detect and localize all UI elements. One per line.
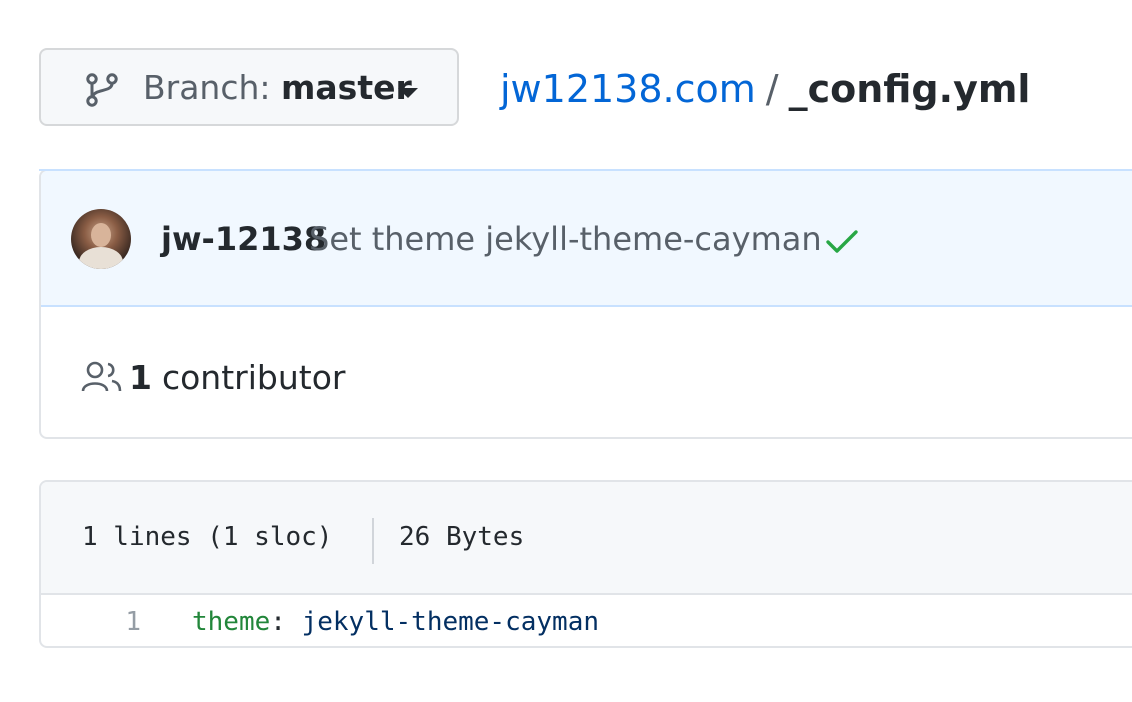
line-number[interactable]: 1 [41,605,141,639]
check-icon[interactable] [825,227,859,257]
contributors-summary[interactable]: 1 contributor [81,357,345,397]
git-branch-icon [86,73,118,107]
code-line-row: 1 theme: jekyll-theme-cayman [41,595,1132,646]
avatar-face [91,223,111,247]
latest-commit-box: jw-12138 Set theme jekyll-theme-cayman 1… [39,169,1132,439]
breadcrumb: jw12138.com / _config.yml [500,66,1030,112]
yaml-value: jekyll-theme-cayman [301,607,600,637]
file-header: 1 lines (1 sloc) 26 Bytes [41,482,1132,595]
avatar-body [79,247,123,269]
file-view-page: Branch: master jw12138.com / _config.yml j… [0,0,1132,702]
yaml-key: theme [192,607,271,637]
people-icon [81,361,122,392]
yaml-separator: : [270,607,302,637]
avatar[interactable] [71,209,131,269]
branch-label: Branch: master [143,69,412,107]
branch-prefix: Branch: [143,68,271,107]
breadcrumb-repo-link[interactable]: jw12138.com [500,67,756,111]
contributor-label: contributor [161,357,346,397]
branch-select-button[interactable]: Branch: master [39,48,459,126]
branch-name: master [281,68,412,107]
breadcrumb-separator: / [765,67,779,111]
contributor-count: 1 [129,357,152,397]
commit-author-link[interactable]: jw-12138 [161,220,326,258]
commit-message-link[interactable]: Set theme jekyll-theme-cayman [309,220,822,258]
file-content-box: 1 lines (1 sloc) 26 Bytes 1 theme: jekyl… [39,480,1132,648]
commit-header: jw-12138 Set theme jekyll-theme-cayman [41,171,1132,307]
commit-box-accent-border [39,169,1132,171]
file-info-divider [372,518,374,564]
file-line-count: 1 lines (1 sloc) [82,522,333,552]
chevron-down-icon [398,88,418,98]
code-line: theme: jekyll-theme-cayman [192,605,599,639]
breadcrumb-file-name: _config.yml [788,67,1031,111]
file-size: 26 Bytes [399,522,525,552]
